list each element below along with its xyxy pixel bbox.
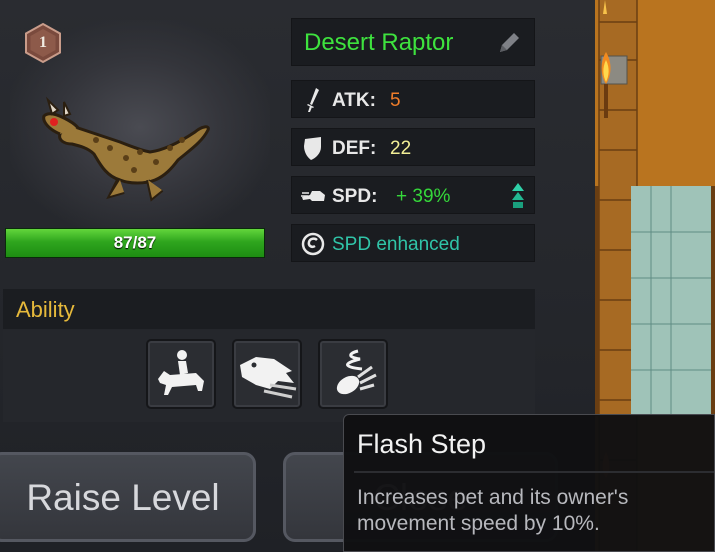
level-badge: 1 (22, 22, 64, 64)
pet-name-box: Desert Raptor (291, 18, 535, 66)
ability-slot-rider[interactable] (146, 339, 216, 409)
ability-title: Ability (16, 297, 75, 322)
hp-bar: 87/87 (5, 228, 265, 258)
spd-stat-row: SPD: + 39% (291, 176, 535, 214)
ability-slot-flash-step[interactable] (318, 339, 388, 409)
level-number: 1 (39, 34, 47, 51)
winged-boot-icon (301, 191, 325, 201)
pet-name: Desert Raptor (304, 29, 454, 56)
ability-tooltip: Flash Step Increases pet and its owner's… (343, 414, 715, 552)
tooltip-title: Flash Step (357, 429, 487, 459)
def-label: DEF: (332, 138, 377, 159)
status-effect-row: SPD enhanced (291, 224, 535, 262)
rider-mount-icon (158, 350, 204, 395)
hp-text: 87/87 (113, 233, 157, 252)
ability-slot-dash[interactable] (232, 339, 302, 409)
tooltip-divider (354, 471, 714, 473)
tooltip-description: Increases pet and its owner's movement s… (357, 486, 629, 535)
raise-level-button[interactable]: Raise Level (0, 452, 256, 542)
status-text: SPD enhanced (332, 234, 460, 255)
pencil-edit-icon[interactable] (496, 30, 522, 56)
desert-raptor-portrait (42, 96, 210, 202)
sword-icon (307, 88, 319, 112)
atk-label: ATK: (332, 90, 376, 111)
dash-beast-icon (240, 357, 297, 399)
atk-stat-row: ATK: 5 (291, 80, 535, 118)
raise-level-label: Raise Level (26, 477, 220, 518)
spd-value: + 39% (396, 186, 451, 207)
def-stat-row: DEF: 22 (291, 128, 535, 166)
atk-value: 5 (390, 90, 401, 111)
flash-step-icon (336, 349, 377, 395)
ability-header: Ability (3, 289, 535, 329)
speed-up-arrows-icon (512, 183, 524, 208)
spd-label: SPD: (332, 186, 378, 207)
swirl-status-icon (301, 232, 325, 256)
shield-icon (304, 137, 321, 160)
def-value: 22 (390, 138, 412, 159)
